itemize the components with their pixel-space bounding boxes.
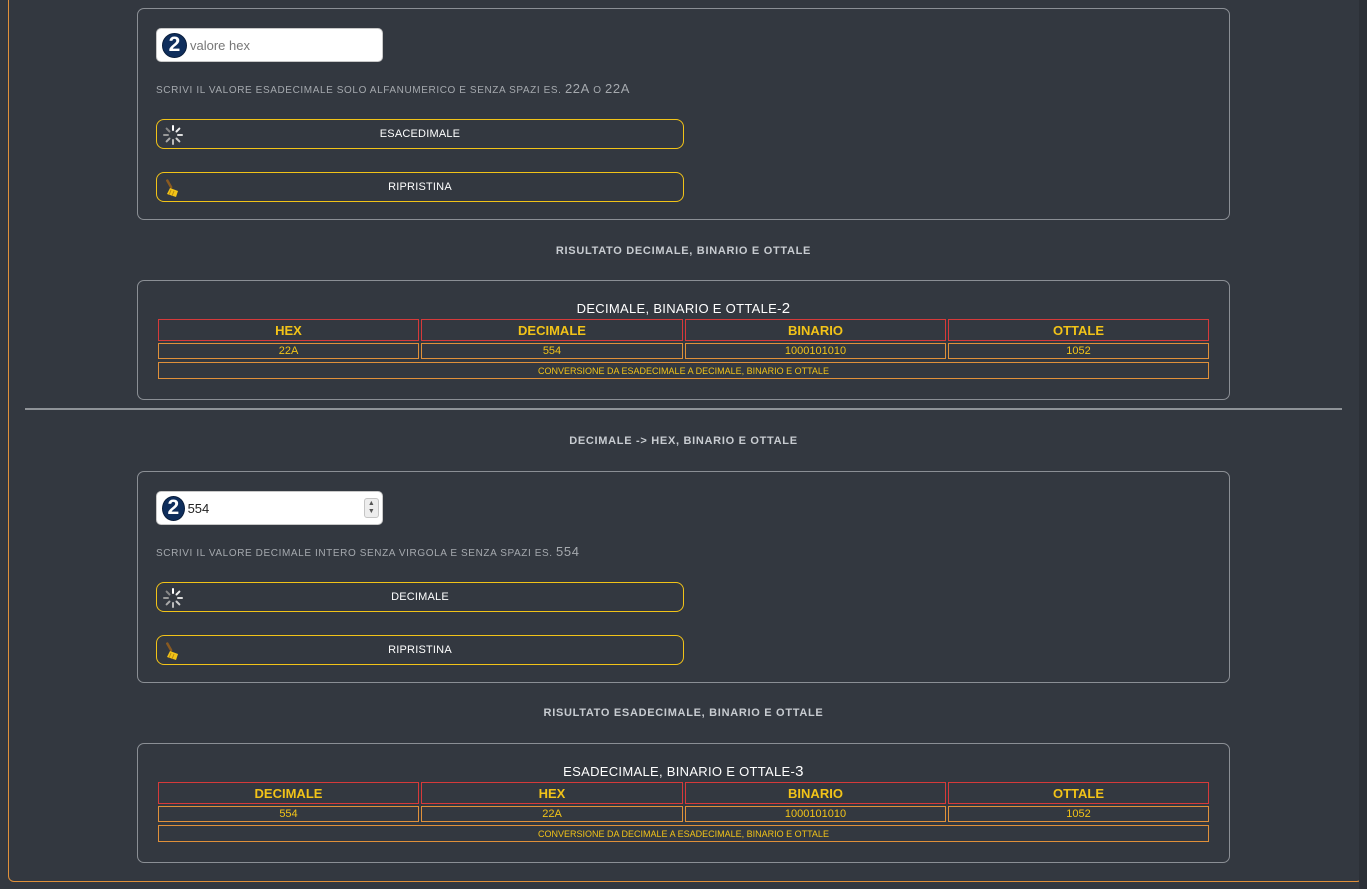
- stepper-down-icon[interactable]: ▼: [368, 508, 375, 516]
- number-two-icon: 2: [162, 32, 187, 58]
- section-divider: [25, 408, 1342, 410]
- hex-table-header: BINARIO: [685, 319, 946, 341]
- hex-table-title-text: DECIMALE, BINARIO E OTTALE-: [576, 301, 782, 316]
- hex-table-header: HEX: [158, 319, 419, 341]
- dec-table-cell: 1000101010: [685, 806, 946, 822]
- broom-icon: [166, 179, 178, 197]
- hex-table-title-suffix: 2: [781, 300, 791, 317]
- dec-section-heading: DECIMALE -> HEX, BINARIO E OTTALE: [569, 435, 798, 447]
- dec-table-cell: 22A: [421, 806, 683, 822]
- hex-table-cell: 22A: [158, 343, 419, 359]
- hex-table-title: DECIMALE, BINARIO E OTTALE-2: [138, 300, 1229, 317]
- hex-reset-label: RIPRISTINA: [388, 181, 452, 193]
- dec-table-footer: CONVERSIONE DA DECIMALE A ESADECIMALE, B…: [158, 825, 1209, 842]
- stepper-up-icon[interactable]: ▲: [368, 500, 375, 508]
- dec-reset-button[interactable]: RIPRISTINA: [156, 635, 684, 665]
- hex-table-header: OTTALE: [948, 319, 1209, 341]
- dec-table-cell: 554: [158, 806, 419, 822]
- dec-hint-text: Scrivi il valore decimale intero senza v…: [156, 548, 553, 559]
- dec-input[interactable]: [187, 500, 364, 516]
- dec-convert-label: DECIMALE: [391, 591, 449, 603]
- hex-convert-button[interactable]: ESACEDIMALE: [156, 119, 684, 149]
- dec-hint: Scrivi il valore decimale intero senza v…: [156, 544, 580, 559]
- dec-result-heading: RISULTATO ESADECIMALE, BINARIO E OTTALE: [543, 707, 824, 719]
- hex-table-cell: 554: [421, 343, 683, 359]
- hex-hint-or: o: [593, 85, 602, 96]
- dec-table-header: HEX: [421, 782, 683, 804]
- dec-table-title: ESADECIMALE, BINARIO E OTTALE-3: [138, 763, 1229, 780]
- loading-spinner-icon: [163, 125, 183, 145]
- hex-table-header: DECIMALE: [421, 319, 683, 341]
- hex-input-field[interactable]: 2: [156, 28, 383, 62]
- dec-input-field[interactable]: 2 ▲ ▼: [156, 491, 383, 525]
- dec-table-cell: 1052: [948, 806, 1209, 822]
- dec-result-panel: ESADECIMALE, BINARIO E OTTALE-3 DECIMALE…: [137, 743, 1230, 863]
- dec-table-title-suffix: 3: [795, 763, 804, 780]
- dec-reset-label: RIPRISTINA: [388, 644, 452, 656]
- hex-convert-label: ESACEDIMALE: [379, 128, 461, 140]
- loading-spinner-icon: [163, 588, 183, 608]
- number-stepper[interactable]: ▲ ▼: [363, 498, 379, 518]
- dec-input-panel: 2 ▲ ▼ Scrivi il valore decimale intero s…: [137, 471, 1230, 683]
- hex-hint: Scrivi il valore esadecimale solo alfanu…: [156, 81, 630, 96]
- broom-icon: [166, 642, 178, 660]
- dec-table-title-text: ESADECIMALE, BINARIO E OTTALE-: [563, 764, 796, 779]
- hex-table-cell: 1000101010: [685, 343, 946, 359]
- dec-convert-button[interactable]: DECIMALE: [156, 582, 684, 612]
- dec-table-header: OTTALE: [948, 782, 1209, 804]
- hex-input[interactable]: [190, 37, 382, 53]
- dec-table-header: BINARIO: [685, 782, 946, 804]
- dec-table-header: DECIMALE: [158, 782, 419, 804]
- hex-reset-button[interactable]: RIPRISTINA: [156, 172, 684, 202]
- hex-hint-example-lower: 22a: [605, 81, 630, 96]
- hex-hint-text: Scrivi il valore esadecimale solo alfanu…: [156, 85, 562, 96]
- hex-input-panel: 2 Scrivi il valore esadecimale solo alfa…: [137, 8, 1230, 220]
- dec-hint-example: 554: [556, 544, 580, 559]
- hex-result-heading: RISULTATO DECIMALE, BINARIO E OTTALE: [555, 245, 812, 257]
- hex-result-panel: DECIMALE, BINARIO E OTTALE-2 HEX DECIMAL…: [137, 280, 1230, 400]
- hex-table-cell: 1052: [948, 343, 1209, 359]
- hex-hint-example-upper: 22A: [564, 81, 590, 96]
- number-two-icon: 2: [162, 495, 185, 521]
- hex-table-footer: CONVERSIONE DA ESADECIMALE A DECIMALE, B…: [158, 362, 1209, 379]
